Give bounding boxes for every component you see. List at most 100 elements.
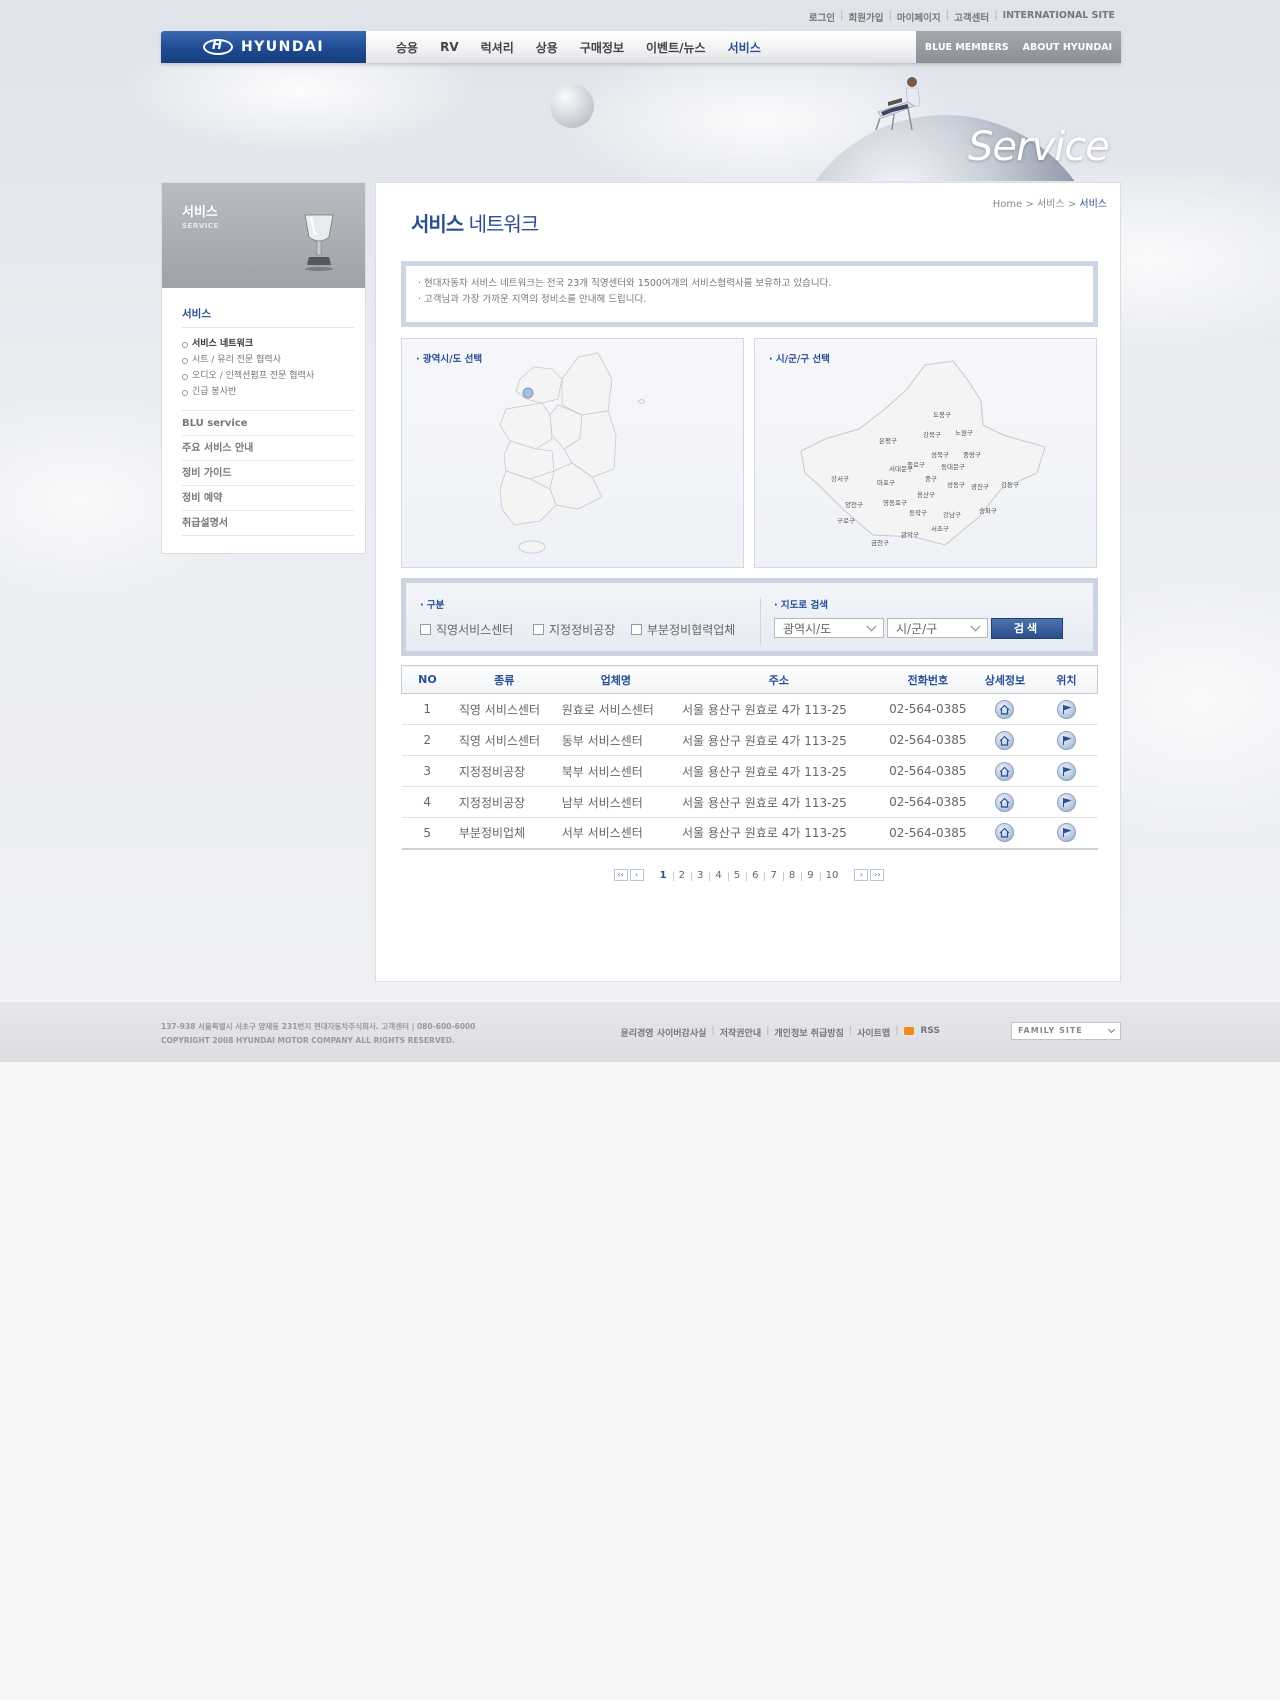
district-label[interactable]: 강동구	[1001, 480, 1019, 489]
district-label[interactable]: 중랑구	[963, 451, 981, 459]
page-number-3[interactable]: 3	[690, 870, 709, 881]
page-number-10[interactable]: 10	[819, 870, 845, 881]
page-number-1[interactable]: 1	[654, 870, 673, 881]
page-number-8[interactable]: 8	[782, 870, 801, 881]
ethics-link[interactable]: 윤리경영 사이버감사실	[615, 1026, 711, 1039]
sub-item-service-network[interactable]: 서비스 네트워크	[182, 336, 354, 352]
side-nav-item-repair-reservation[interactable]: 정비 예약	[182, 486, 354, 511]
menu-commercial[interactable]: 상용	[536, 39, 558, 56]
page-number-4[interactable]: 4	[709, 870, 727, 881]
checkbox-icon[interactable]	[631, 624, 642, 635]
search-button[interactable]: 검색	[991, 618, 1063, 639]
last-page-button[interactable]: ››	[870, 869, 885, 881]
page-number-5[interactable]: 5	[727, 870, 746, 881]
privacy-link[interactable]: 개인정보 취급방침	[769, 1026, 848, 1039]
family-site-select[interactable]: FAMILY SITE	[1011, 1022, 1121, 1040]
district-label[interactable]: 중구	[925, 475, 937, 483]
join-link[interactable]: 회원가입	[843, 10, 888, 24]
side-nav-item-main-service[interactable]: 주요 서비스 안내	[182, 436, 354, 461]
korea-map[interactable]	[402, 339, 745, 569]
district-label[interactable]: 마포구	[877, 478, 895, 487]
home-icon[interactable]	[995, 823, 1015, 843]
menu-event-news[interactable]: 이벤트/뉴스	[646, 39, 706, 56]
sitemap-link[interactable]: 사이트맵	[852, 1026, 895, 1039]
district-label[interactable]: 노원구	[955, 428, 973, 437]
menu-rv[interactable]: RV	[440, 40, 459, 54]
sub-item-audio-pump[interactable]: 오디오 / 인젝션펌프 전문 협력사	[182, 368, 354, 384]
checkbox-icon[interactable]	[420, 624, 431, 635]
province-select[interactable]: 광역시/도	[774, 618, 884, 638]
side-nav-item-manual[interactable]: 취급설명서	[182, 511, 354, 536]
district-label[interactable]: 도봉구	[933, 411, 951, 419]
district-label[interactable]: 강남구	[943, 510, 961, 519]
type-checkbox-partial[interactable]: 부분정비협력업체	[631, 621, 735, 638]
page-title-rest: 네트워크	[468, 212, 540, 236]
flag-icon[interactable]	[1057, 761, 1077, 781]
breadcrumb-service[interactable]: 서비스	[1037, 199, 1065, 210]
type-checkbox-direct[interactable]: 직영서비스센터	[420, 621, 513, 638]
home-icon[interactable]	[995, 699, 1015, 719]
sub-item-seat-glass[interactable]: 시트 / 유리 전문 협력사	[182, 352, 354, 368]
district-label[interactable]: 성북구	[931, 450, 949, 459]
row-phone: 02-564-0385	[881, 817, 975, 850]
district-select[interactable]: 시/군/구	[887, 618, 988, 638]
side-nav-category[interactable]: 서비스	[182, 306, 354, 328]
district-label[interactable]: 서대문구	[889, 464, 913, 473]
hyundai-logo[interactable]: HYUNDAI	[161, 31, 366, 63]
rss-link[interactable]: RSS	[899, 1026, 951, 1039]
menu-passenger[interactable]: 승용	[396, 39, 418, 56]
row-name: 남부 서비스센터	[555, 786, 676, 818]
menu-service[interactable]: 서비스	[728, 39, 761, 56]
sub-item-emergency[interactable]: 긴급 봉사반	[182, 384, 354, 400]
district-label[interactable]: 양천구	[845, 500, 863, 509]
row-no: 2	[401, 724, 453, 756]
type-checkbox-designated[interactable]: 지정정비공장	[533, 621, 615, 638]
page-number-2[interactable]: 2	[672, 870, 691, 881]
district-label[interactable]: 구로구	[837, 517, 855, 525]
next-page-button[interactable]: ›	[854, 869, 869, 881]
district-label[interactable]: 강북구	[923, 430, 941, 439]
district-label[interactable]: 강서구	[831, 474, 849, 483]
international-site-link[interactable]: INTERNATIONAL SITE	[998, 10, 1120, 24]
prev-page-button[interactable]: ‹	[629, 869, 644, 881]
page-number-7[interactable]: 7	[764, 870, 782, 881]
home-icon[interactable]	[995, 730, 1015, 750]
district-label[interactable]: 관악구	[901, 530, 919, 539]
menu-luxury[interactable]: 럭셔리	[481, 39, 514, 56]
district-label[interactable]: 영등포구	[883, 498, 907, 507]
side-nav-item-blu-service[interactable]: BLU service	[182, 411, 354, 436]
district-label[interactable]: 서초구	[931, 524, 949, 533]
col-address: 주소	[675, 665, 882, 694]
side-nav-item-repair-guide[interactable]: 정비 가이드	[182, 461, 354, 486]
district-label[interactable]: 동대문구	[941, 463, 965, 471]
side-nav: 서비스 SERVICE 서비스 서비스 네트워크 시트 / 유리 전문 협력사 …	[161, 182, 366, 554]
home-icon[interactable]	[995, 792, 1015, 812]
district-label[interactable]: 광진구	[971, 482, 989, 491]
district-label[interactable]: 동작구	[909, 508, 927, 517]
login-link[interactable]: 로그인	[804, 10, 840, 24]
row-type: 부분정비업체	[452, 817, 556, 850]
page-number-6[interactable]: 6	[746, 870, 764, 881]
checkbox-icon[interactable]	[533, 624, 544, 635]
first-page-button[interactable]: ‹‹	[613, 869, 628, 881]
district-label[interactable]: 송파구	[979, 506, 997, 515]
row-type: 직영 서비스센터	[452, 724, 556, 756]
page-number-9[interactable]: 9	[801, 870, 819, 881]
menu-purchase-info[interactable]: 구매정보	[580, 39, 624, 56]
mypage-link[interactable]: 마이페이지	[892, 10, 946, 24]
district-label[interactable]: 성동구	[947, 480, 965, 489]
flag-icon[interactable]	[1057, 823, 1077, 843]
seoul-district-map[interactable]: 도봉구강북구 노원구은평구성북구 중랑구종로구 동대문구서대문구중구강서구 마포구 성동구…	[755, 339, 1098, 569]
blue-members-link[interactable]: BLUE MEMBERS	[925, 42, 1009, 53]
flag-icon[interactable]	[1057, 699, 1077, 719]
customer-center-link[interactable]: 고객센터	[949, 10, 994, 24]
breadcrumb-home[interactable]: Home	[993, 199, 1023, 210]
district-label[interactable]: 금천구	[871, 538, 889, 547]
flag-icon[interactable]	[1057, 792, 1077, 812]
district-label[interactable]: 용산구	[917, 490, 935, 499]
district-label[interactable]: 은평구	[879, 436, 897, 445]
about-hyundai-link[interactable]: ABOUT HYUNDAI	[1023, 42, 1112, 53]
copyright-link[interactable]: 저작권안내	[715, 1026, 766, 1039]
home-icon[interactable]	[995, 761, 1015, 781]
flag-icon[interactable]	[1057, 730, 1077, 750]
